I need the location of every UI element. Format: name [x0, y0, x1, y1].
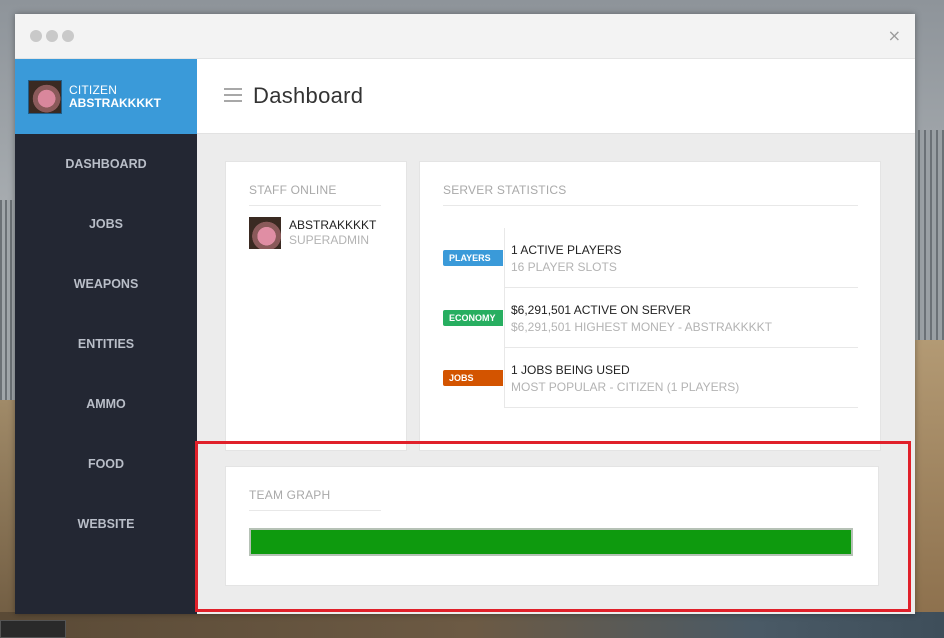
background-ground — [0, 612, 944, 638]
sidebar-item-ammo[interactable]: AMMO — [15, 374, 197, 434]
stat-row-jobs: JOBS 1 JOBS BEING USED MOST POPULAR - CI… — [443, 348, 858, 408]
sidebar-item-jobs[interactable]: JOBS — [15, 194, 197, 254]
jobs-badge: JOBS — [443, 370, 503, 386]
divider — [249, 205, 381, 206]
page-title: Dashboard — [253, 83, 364, 108]
sidebar-item-dashboard[interactable]: DASHBOARD — [15, 134, 197, 194]
user-name: ABSTRAKKKKT — [69, 96, 161, 110]
server-statistics-title: SERVER STATISTICS — [443, 183, 567, 197]
background-fence-right — [912, 130, 944, 360]
user-panel: CITIZEN ABSTRAKKKKT — [15, 59, 197, 134]
team-graph-title: TEAM GRAPH — [249, 488, 331, 502]
divider — [443, 205, 858, 206]
team-graph-bar — [249, 528, 853, 556]
sidebar-item-food[interactable]: FOOD — [15, 434, 197, 494]
sidebar-item-website[interactable]: WEBSITE — [15, 494, 197, 554]
economy-badge: ECONOMY — [443, 310, 503, 326]
divider — [504, 228, 505, 288]
staff-rank: SUPERADMIN — [289, 233, 370, 247]
sidebar-item-weapons[interactable]: WEAPONS — [15, 254, 197, 314]
divider — [504, 407, 858, 408]
stat-main: 1 JOBS BEING USED — [511, 363, 630, 377]
stat-sub: 16 PLAYER SLOTS — [511, 260, 617, 274]
background-ground-left — [0, 400, 16, 638]
user-role: CITIZEN — [69, 83, 118, 97]
header: Dashboard — [197, 59, 915, 134]
stat-main: 1 ACTIVE PLAYERS — [511, 243, 622, 257]
stat-sub: MOST POPULAR - CITIZEN (1 PLAYERS) — [511, 380, 740, 394]
players-badge: PLAYERS — [443, 250, 503, 266]
sidebar-nav: DASHBOARD JOBS WEAPONS ENTITIES AMMO FOO… — [15, 134, 197, 554]
team-graph-fill — [251, 530, 851, 554]
menu-icon[interactable] — [224, 88, 242, 102]
dashboard-window: × CITIZEN ABSTRAKKKKT DASHBOARD JOBS WEA… — [15, 14, 915, 614]
staff-online-card: STAFF ONLINE ABSTRAKKKKT SUPERADMIN — [225, 161, 407, 451]
background-wall-right — [912, 340, 944, 638]
titlebar: × — [15, 14, 915, 59]
hud-corner — [0, 620, 66, 638]
stat-main: $6,291,501 ACTIVE ON SERVER — [511, 303, 691, 317]
stat-row-players: PLAYERS 1 ACTIVE PLAYERS 16 PLAYER SLOTS — [443, 228, 858, 288]
stat-row-economy: ECONOMY $6,291,501 ACTIVE ON SERVER $6,2… — [443, 288, 858, 348]
server-statistics-card: SERVER STATISTICS PLAYERS 1 ACTIVE PLAYE… — [419, 161, 881, 451]
sidebar-item-entities[interactable]: ENTITIES — [15, 314, 197, 374]
window-dot — [46, 30, 58, 42]
staff-avatar — [249, 217, 281, 249]
window-dots — [30, 30, 74, 42]
sidebar: CITIZEN ABSTRAKKKKT DASHBOARD JOBS WEAPO… — [15, 59, 197, 614]
close-icon[interactable]: × — [888, 26, 901, 45]
window-dot — [62, 30, 74, 42]
window-dot — [30, 30, 42, 42]
staff-name: ABSTRAKKKKT — [289, 218, 377, 232]
staff-online-title: STAFF ONLINE — [249, 183, 337, 197]
background-fence-left — [0, 200, 16, 400]
divider — [504, 348, 505, 408]
avatar — [28, 80, 62, 114]
team-graph-card: TEAM GRAPH — [225, 466, 879, 586]
divider — [504, 288, 505, 348]
divider — [249, 510, 381, 511]
stat-sub: $6,291,501 HIGHEST MONEY - ABSTRAKKKKT — [511, 320, 772, 334]
